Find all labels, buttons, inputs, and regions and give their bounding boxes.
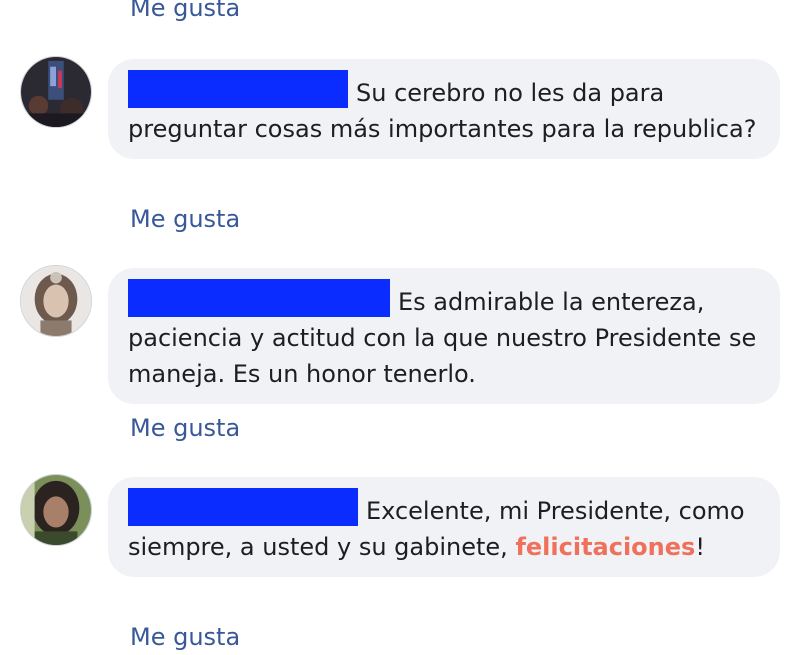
comment-bubble: Excelente, mi Presidente, como siempre, …: [108, 477, 780, 577]
comment-bubble: Su cerebro no les da para preguntar cosa…: [108, 59, 780, 159]
avatar[interactable]: [20, 474, 92, 546]
like-link-previous[interactable]: Me gusta: [130, 0, 240, 22]
like-link[interactable]: Me gusta: [130, 623, 240, 651]
avatar-photo-icon: [21, 475, 91, 545]
highlighted-word: felicitaciones: [515, 533, 696, 561]
comment-text-end: !: [695, 533, 705, 561]
avatar[interactable]: [20, 265, 92, 337]
like-link[interactable]: Me gusta: [130, 414, 240, 442]
avatar-photo-icon: [21, 57, 91, 127]
redacted-author-name: [128, 70, 348, 108]
redacted-author-name: [128, 279, 390, 317]
avatar[interactable]: [20, 56, 92, 128]
like-link[interactable]: Me gusta: [130, 205, 240, 233]
avatar-photo-icon: [21, 266, 91, 336]
comment-bubble: Es admirable la entereza, paciencia y ac…: [108, 268, 780, 404]
redacted-author-name: [128, 488, 358, 526]
